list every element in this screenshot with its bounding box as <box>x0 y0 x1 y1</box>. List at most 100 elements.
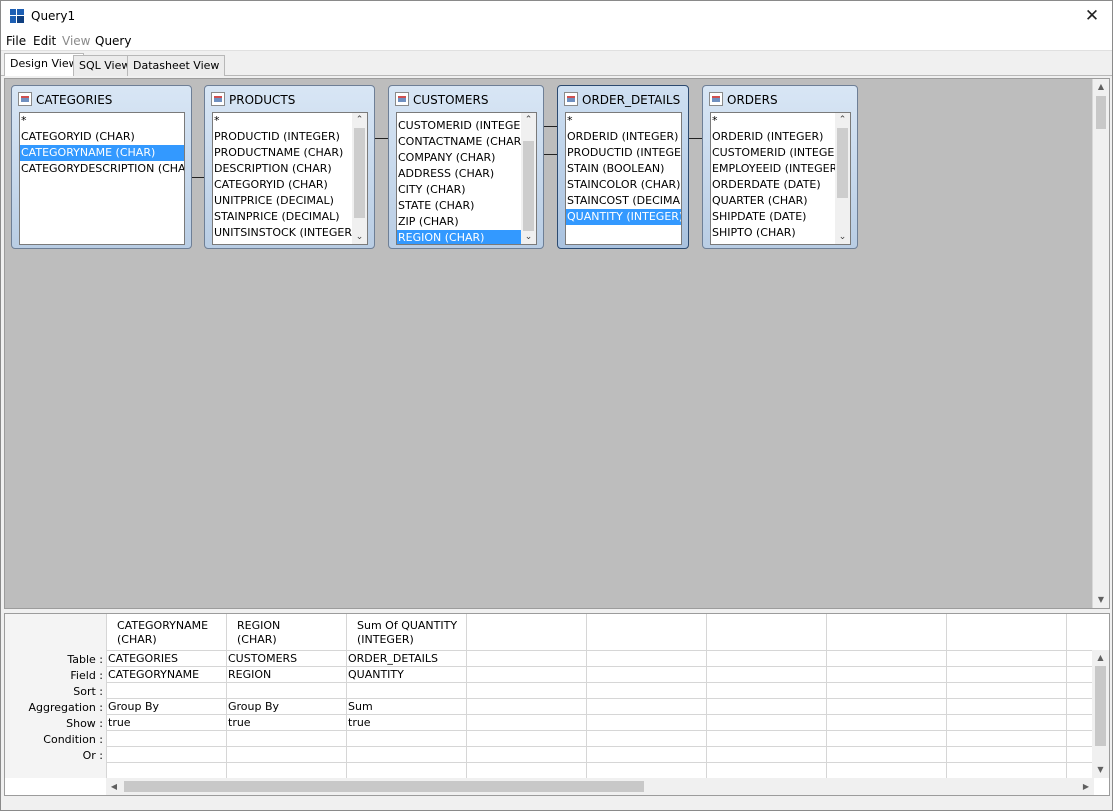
field-item-selected[interactable]: QUANTITY (INTEGER) <box>566 209 681 225</box>
field-item[interactable]: STATE (CHAR) <box>397 198 536 214</box>
cell-sort[interactable] <box>467 682 587 698</box>
table-header[interactable]: CATEGORIES <box>18 92 185 110</box>
cell-table[interactable] <box>467 650 587 666</box>
cell-empty[interactable] <box>587 762 707 778</box>
cell-aggregation[interactable]: Group By <box>227 698 347 714</box>
field-item[interactable]: CATEGORYID (CHAR) <box>213 177 367 193</box>
scroll-up-icon[interactable]: ⌃ <box>835 113 850 127</box>
cell-condition[interactable] <box>227 730 347 746</box>
field-item[interactable]: * <box>566 113 681 129</box>
cell-table[interactable] <box>827 650 947 666</box>
field-item[interactable]: STAINCOST (DECIMAL) <box>566 193 681 209</box>
field-list-scrollbar[interactable]: ⌃ ⌄ <box>835 113 850 244</box>
cell-aggregation[interactable] <box>707 698 827 714</box>
field-list[interactable]: * ORDERID (INTEGER) PRODUCTID (INTEGER) … <box>565 112 682 245</box>
scroll-up-icon[interactable]: ▲ <box>1093 79 1109 95</box>
cell-or[interactable] <box>467 746 587 762</box>
field-item[interactable]: STAIN (BOOLEAN) <box>566 161 681 177</box>
cell-sort[interactable] <box>587 682 707 698</box>
field-item[interactable]: COMPANY (CHAR) <box>397 150 536 166</box>
cell-show[interactable]: true <box>107 714 227 730</box>
table-box-products[interactable]: PRODUCTS * PRODUCTID (INTEGER) PRODUCTNA… <box>204 85 375 249</box>
field-item[interactable]: ZIP (CHAR) <box>397 214 536 230</box>
scroll-thumb[interactable] <box>124 781 644 792</box>
cell-show[interactable] <box>707 714 827 730</box>
cell-field[interactable] <box>947 666 1067 682</box>
scroll-thumb[interactable] <box>354 128 365 218</box>
scroll-down-icon[interactable]: ⌄ <box>835 230 850 244</box>
cell-condition[interactable] <box>827 730 947 746</box>
cell-show[interactable] <box>947 714 1067 730</box>
cell-table[interactable]: ORDER_DETAILS <box>347 650 467 666</box>
field-item[interactable]: ORDERID (INTEGER) <box>566 129 681 145</box>
cell-or[interactable] <box>587 746 707 762</box>
field-item[interactable]: PRODUCTNAME (CHAR) <box>213 145 367 161</box>
cell-or[interactable] <box>347 746 467 762</box>
grid-column-sum-of-quantity[interactable]: Sum Of QUANTITY (INTEGER) ORDER_DETAILS … <box>346 614 467 778</box>
scroll-thumb[interactable] <box>1095 666 1106 746</box>
scroll-up-icon[interactable]: ⌃ <box>521 113 536 127</box>
scroll-right-icon[interactable]: ▶ <box>1078 778 1094 795</box>
table-box-orders[interactable]: ORDERS * ORDERID (INTEGER) CUSTOMERID (I… <box>702 85 858 249</box>
tab-datasheet-view[interactable]: Datasheet View <box>127 55 226 76</box>
cell-aggregation[interactable]: Sum <box>347 698 467 714</box>
cell-show[interactable]: true <box>227 714 347 730</box>
cell-sort[interactable] <box>947 682 1067 698</box>
cell-condition[interactable] <box>467 730 587 746</box>
grid-column-empty[interactable] <box>946 614 1067 778</box>
field-item[interactable]: SHIPTO (CHAR) <box>711 225 850 241</box>
cell-or[interactable] <box>947 746 1067 762</box>
scroll-up-icon[interactable]: ▲ <box>1092 650 1109 666</box>
cell-aggregation[interactable] <box>467 698 587 714</box>
canvas-vertical-scrollbar[interactable]: ▲ ▼ <box>1092 79 1109 608</box>
menu-query[interactable]: Query <box>95 34 131 48</box>
field-item[interactable]: CUSTOMERID (INTEGER) <box>711 145 850 161</box>
cell-table[interactable] <box>707 650 827 666</box>
field-item[interactable]: STAINCOLOR (CHAR) <box>566 177 681 193</box>
tab-design-view[interactable]: Design View <box>4 53 84 76</box>
column-header[interactable]: REGION (CHAR) <box>227 614 347 650</box>
cell-empty[interactable] <box>947 762 1067 778</box>
field-item[interactable]: CONTACTNAME (CHAR) <box>397 134 536 150</box>
grid-column-empty[interactable] <box>466 614 587 778</box>
cell-table[interactable]: CATEGORIES <box>107 650 227 666</box>
cell-condition[interactable] <box>947 730 1067 746</box>
field-item[interactable]: CATEGORYDESCRIPTION (CHAR) <box>20 161 184 177</box>
table-box-customers[interactable]: CUSTOMERS CUSTOMERID (INTEGER) CONTACTNA… <box>388 85 544 249</box>
cell-empty[interactable] <box>227 762 347 778</box>
cell-table[interactable] <box>587 650 707 666</box>
cell-show[interactable] <box>587 714 707 730</box>
cell-field[interactable] <box>587 666 707 682</box>
field-list[interactable]: * PRODUCTID (INTEGER) PRODUCTNAME (CHAR)… <box>212 112 368 245</box>
field-item[interactable]: UNITPRICE (DECIMAL) <box>213 193 367 209</box>
query-design-canvas[interactable]: CATEGORIES * CATEGORYID (CHAR) CATEGORYN… <box>4 78 1110 609</box>
field-item[interactable]: UNITSINSTOCK (INTEGER) <box>213 225 367 241</box>
field-item[interactable]: CITY (CHAR) <box>397 182 536 198</box>
cell-or[interactable] <box>827 746 947 762</box>
cell-condition[interactable] <box>707 730 827 746</box>
table-header[interactable]: ORDERS <box>709 92 851 110</box>
cell-show[interactable]: true <box>347 714 467 730</box>
grid-vertical-scrollbar[interactable]: ▲ ▼ <box>1092 650 1109 778</box>
column-header[interactable]: Sum Of QUANTITY (INTEGER) <box>347 614 467 650</box>
grid-column-empty[interactable] <box>1066 614 1109 778</box>
field-item[interactable]: * <box>711 113 850 129</box>
cell-sort[interactable] <box>707 682 827 698</box>
cell-aggregation[interactable] <box>587 698 707 714</box>
cell-show[interactable] <box>827 714 947 730</box>
field-item[interactable]: QUARTER (CHAR) <box>711 193 850 209</box>
grid-column-empty[interactable] <box>586 614 707 778</box>
close-button[interactable]: ✕ <box>1072 1 1112 31</box>
cell-empty[interactable] <box>467 762 587 778</box>
cell-or[interactable] <box>227 746 347 762</box>
cell-empty[interactable] <box>707 762 827 778</box>
cell-show[interactable] <box>467 714 587 730</box>
cell-field[interactable] <box>467 666 587 682</box>
cell-aggregation[interactable] <box>947 698 1067 714</box>
grid-horizontal-scrollbar[interactable]: ◀ ▶ <box>106 778 1094 795</box>
field-item[interactable]: EMPLOYEEID (INTEGER) <box>711 161 850 177</box>
scroll-left-icon[interactable]: ◀ <box>106 778 122 795</box>
cell-aggregation[interactable] <box>827 698 947 714</box>
field-item[interactable]: CUSTOMERID (INTEGER) <box>397 118 536 134</box>
field-list[interactable]: CUSTOMERID (INTEGER) CONTACTNAME (CHAR) … <box>396 112 537 245</box>
